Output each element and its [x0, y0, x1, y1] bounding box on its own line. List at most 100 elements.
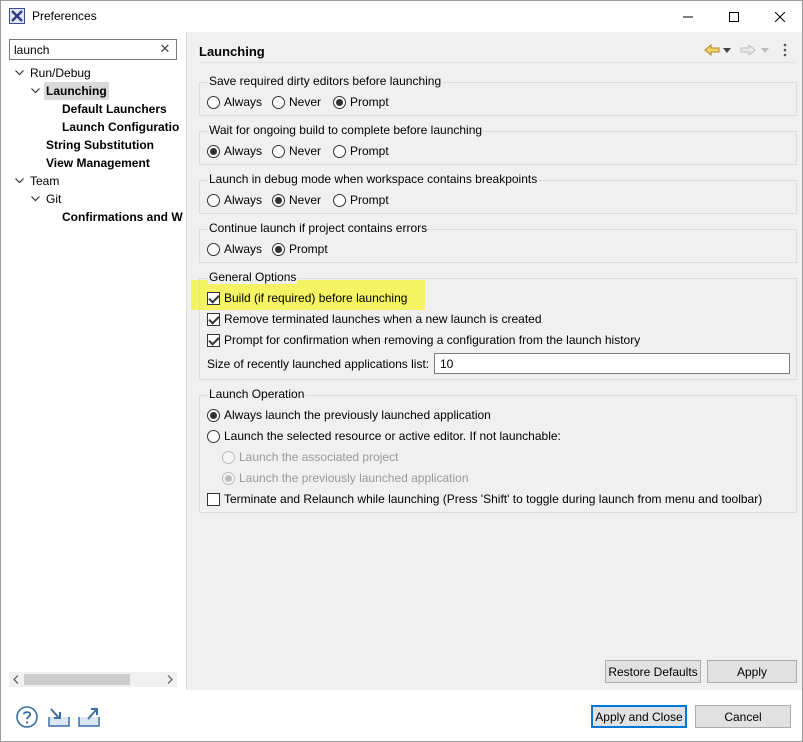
view-menu-icon[interactable]: [777, 40, 793, 60]
tree-item-label: Git: [46, 192, 62, 206]
radio-save-prompt[interactable]: Prompt: [333, 93, 389, 111]
tree-horizontal-scrollbar[interactable]: [9, 672, 177, 687]
radio-label: Always: [224, 242, 263, 256]
radio-indicator[interactable]: [272, 193, 285, 207]
group-launch-operation: Launch Operation Always launch the previ…: [199, 387, 797, 513]
help-icon[interactable]: [15, 705, 39, 729]
radio-indicator[interactable]: [207, 95, 220, 109]
scroll-left-icon[interactable]: [9, 672, 23, 687]
radio-indicator[interactable]: [272, 144, 285, 158]
radio-previously-launched[interactable]: Launch the previously launched applicati…: [222, 469, 469, 487]
cancel-button[interactable]: Cancel: [695, 705, 791, 728]
radio-debug-never[interactable]: Never: [272, 191, 321, 209]
tree-item-default-launchers[interactable]: Default Launchers: [1, 100, 186, 118]
tree-item-label: Team: [30, 174, 60, 188]
title-bar: Preferences: [1, 1, 802, 32]
page-navigation: [703, 40, 797, 60]
radio-debug-prompt[interactable]: Prompt: [333, 191, 389, 209]
checkbox-indicator[interactable]: [207, 333, 220, 347]
radio-label: Prompt: [350, 95, 389, 109]
scroll-right-icon[interactable]: [163, 672, 177, 687]
back-dropdown-icon[interactable]: [722, 40, 732, 60]
group-debug-mode: Launch in debug mode when workspace cont…: [199, 172, 797, 214]
tree-item-label: Launch Configuratio: [62, 120, 180, 134]
chevron-down-icon[interactable]: [30, 82, 40, 100]
radio-indicator[interactable]: [207, 242, 220, 256]
tree-item-label: Default Launchers: [62, 102, 167, 116]
checkbox-terminate-relaunch[interactable]: Terminate and Relaunch while launching (…: [207, 490, 762, 508]
tree-item-launching[interactable]: Launching: [1, 82, 186, 100]
title-separator: [199, 62, 796, 63]
tree-item-confirmations[interactable]: Confirmations and W: [1, 208, 186, 226]
radio-selected-resource[interactable]: Launch the selected resource or active e…: [207, 427, 561, 445]
radio-label: Prompt: [289, 242, 328, 256]
back-arrow-icon[interactable]: [703, 40, 721, 60]
tree-item-team[interactable]: Team: [1, 172, 186, 190]
checkbox-indicator[interactable]: [207, 492, 220, 506]
radio-label: Launch the selected resource or active e…: [224, 429, 561, 443]
radio-save-always[interactable]: Always: [207, 93, 262, 111]
group-label: Wait for ongoing build to complete befor…: [208, 123, 484, 137]
radio-save-never[interactable]: Never: [272, 93, 321, 111]
radio-continue-always[interactable]: Always: [207, 240, 262, 258]
size-list-label: Size of recently launched applications l…: [207, 355, 429, 373]
tree-item-string-substitution[interactable]: String Substitution: [1, 136, 186, 154]
scrollbar-thumb[interactable]: [24, 674, 130, 685]
radio-indicator[interactable]: [222, 471, 235, 485]
checkbox-remove-terminated[interactable]: Remove terminated launches when a new la…: [207, 310, 542, 328]
checkbox-prompt-remove[interactable]: Prompt for confirmation when removing a …: [207, 331, 640, 349]
group-label: Continue launch if project contains erro…: [208, 221, 429, 235]
restore-defaults-button[interactable]: Restore Defaults: [605, 660, 701, 683]
radio-label: Launch the associated project: [239, 450, 399, 464]
size-list-input[interactable]: [440, 357, 740, 371]
tree-item-git[interactable]: Git: [1, 190, 186, 208]
apply-button[interactable]: Apply: [707, 660, 797, 683]
checkbox-label: Prompt for confirmation when removing a …: [224, 333, 641, 347]
radio-indicator[interactable]: [207, 193, 220, 207]
group-label: Launch in debug mode when workspace cont…: [208, 172, 539, 186]
tree-item-view-management[interactable]: View Management: [1, 154, 186, 172]
radio-indicator[interactable]: [333, 144, 346, 158]
export-icon[interactable]: [77, 705, 101, 729]
size-list-field[interactable]: [434, 353, 790, 374]
radio-wait-prompt[interactable]: Prompt: [333, 142, 389, 160]
checkbox-label: Terminate and Relaunch while launching (…: [224, 492, 763, 506]
checkbox-indicator[interactable]: [207, 312, 220, 326]
radio-wait-never[interactable]: Never: [272, 142, 321, 160]
radio-indicator[interactable]: [333, 193, 346, 207]
chevron-down-icon[interactable]: [14, 172, 24, 190]
forward-dropdown-icon[interactable]: [760, 40, 770, 60]
filter-field[interactable]: ✕: [9, 39, 177, 60]
maximize-button[interactable]: [711, 1, 757, 32]
chevron-down-icon[interactable]: [30, 190, 40, 208]
checkbox-build-before-launch[interactable]: Build (if required) before launching: [207, 289, 407, 307]
radio-always-previous[interactable]: Always launch the previously launched ap…: [207, 406, 491, 424]
tree-item-label: Run/Debug: [30, 66, 91, 80]
group-label: Launch Operation: [208, 387, 306, 401]
radio-indicator[interactable]: [272, 242, 285, 256]
tree-item-launch-configurations[interactable]: Launch Configuratio: [1, 118, 186, 136]
radio-associated-project[interactable]: Launch the associated project: [222, 448, 398, 466]
radio-indicator[interactable]: [222, 450, 235, 464]
radio-indicator[interactable]: [272, 95, 285, 109]
radio-label: Always: [224, 144, 263, 158]
radio-indicator[interactable]: [207, 144, 220, 158]
filter-input[interactable]: [14, 42, 154, 57]
apply-and-close-button[interactable]: Apply and Close: [591, 705, 687, 728]
chevron-down-icon[interactable]: [14, 64, 24, 82]
eclipse-app-icon: [9, 8, 25, 24]
tree-item-run-debug[interactable]: Run/Debug: [1, 64, 186, 82]
radio-continue-prompt[interactable]: Prompt: [272, 240, 328, 258]
close-button[interactable]: [757, 1, 803, 32]
radio-indicator[interactable]: [207, 408, 220, 422]
clear-filter-icon[interactable]: ✕: [159, 42, 171, 56]
radio-indicator[interactable]: [333, 95, 346, 109]
forward-arrow-icon[interactable]: [739, 40, 757, 60]
radio-wait-always[interactable]: Always: [207, 142, 262, 160]
minimize-button[interactable]: [665, 1, 711, 32]
radio-debug-always[interactable]: Always: [207, 191, 262, 209]
import-icon[interactable]: [47, 705, 71, 729]
checkbox-indicator[interactable]: [207, 291, 220, 305]
close-icon: [775, 11, 785, 22]
radio-indicator[interactable]: [207, 429, 220, 443]
